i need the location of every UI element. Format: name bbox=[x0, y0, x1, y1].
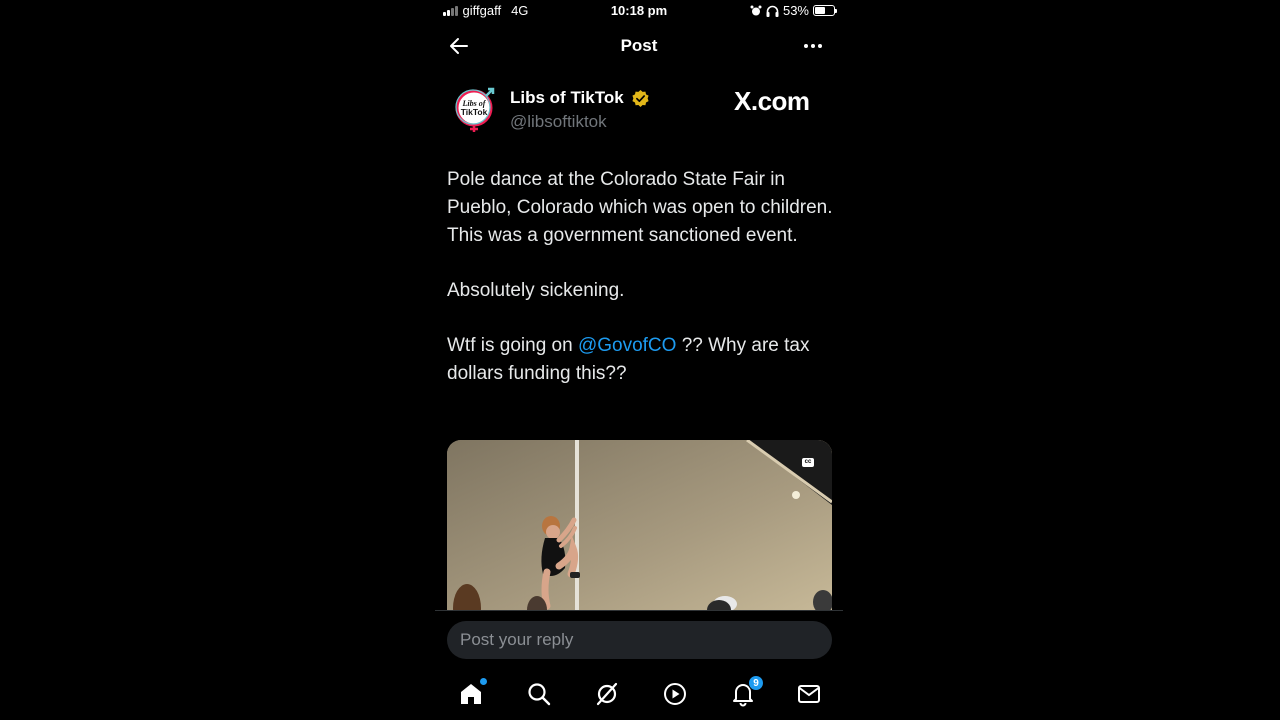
avatar-text-2: TikTok bbox=[461, 107, 488, 117]
post-paragraph-2: Absolutely sickening. bbox=[447, 280, 625, 301]
xcom-watermark: X.com bbox=[734, 86, 810, 116]
nav-home[interactable] bbox=[457, 678, 487, 708]
mail-icon bbox=[798, 685, 820, 703]
alarm-icon bbox=[750, 5, 762, 15]
verified-badge-icon bbox=[632, 89, 649, 108]
post-header: Post bbox=[435, 24, 843, 68]
battery-icon bbox=[813, 5, 837, 16]
page-title: Post bbox=[620, 36, 658, 55]
author-name[interactable]: Libs of TikTok bbox=[510, 88, 624, 108]
carrier-name: giffgaff bbox=[462, 3, 502, 18]
status-bar: giffgaff 4G 10:18 pm 53% bbox=[435, 0, 843, 22]
status-left: giffgaff 4G bbox=[443, 3, 528, 18]
post-video[interactable]: cc bbox=[447, 440, 832, 612]
battery-fill bbox=[815, 7, 825, 14]
status-right: 53% bbox=[750, 3, 837, 18]
author-handle[interactable]: @libsoftiktok bbox=[510, 112, 607, 132]
mention-link[interactable]: @GovofCO bbox=[578, 335, 676, 356]
play-icon bbox=[664, 683, 686, 705]
nav-notifications[interactable]: 9 bbox=[729, 675, 764, 708]
headphones-icon bbox=[766, 5, 779, 17]
grok-icon bbox=[596, 682, 618, 706]
nav-grok[interactable] bbox=[593, 680, 621, 708]
author-avatar[interactable]: Libs of TikTok bbox=[451, 86, 497, 132]
signal-icon bbox=[443, 5, 458, 16]
more-options-button[interactable] bbox=[801, 34, 825, 58]
nav-search[interactable] bbox=[525, 680, 553, 708]
network-type: 4G bbox=[511, 3, 529, 18]
back-arrow-icon bbox=[450, 38, 468, 54]
phone-screen: giffgaff 4G 10:18 pm 53% Post Libs of Ti… bbox=[435, 0, 843, 720]
post-text-before-mention: Wtf is going on bbox=[447, 335, 578, 356]
more-dot-icon bbox=[818, 44, 822, 48]
nav-messages[interactable] bbox=[795, 680, 823, 708]
nav-video[interactable] bbox=[661, 680, 689, 708]
bottom-nav: 9 bbox=[435, 668, 843, 718]
post-text: Pole dance at the Colorado State Fair in… bbox=[447, 166, 837, 415]
more-dot-icon bbox=[811, 44, 815, 48]
captions-button[interactable]: cc bbox=[802, 458, 814, 467]
post-paragraph-3: Wtf is going on @GovofCO ?? Why are tax … bbox=[447, 332, 837, 388]
back-button[interactable] bbox=[447, 34, 471, 58]
avatar-logo-icon: Libs of TikTok bbox=[455, 87, 495, 132]
home-icon bbox=[461, 684, 481, 704]
notification-badge: 9 bbox=[748, 675, 764, 691]
unread-dot bbox=[480, 678, 487, 685]
more-dot-icon bbox=[804, 44, 808, 48]
video-frame bbox=[447, 440, 832, 612]
reply-input[interactable] bbox=[447, 621, 832, 659]
search-icon bbox=[528, 683, 551, 706]
post-paragraph-1: Pole dance at the Colorado State Fair in… bbox=[447, 169, 833, 246]
battery-percent: 53% bbox=[782, 3, 809, 18]
